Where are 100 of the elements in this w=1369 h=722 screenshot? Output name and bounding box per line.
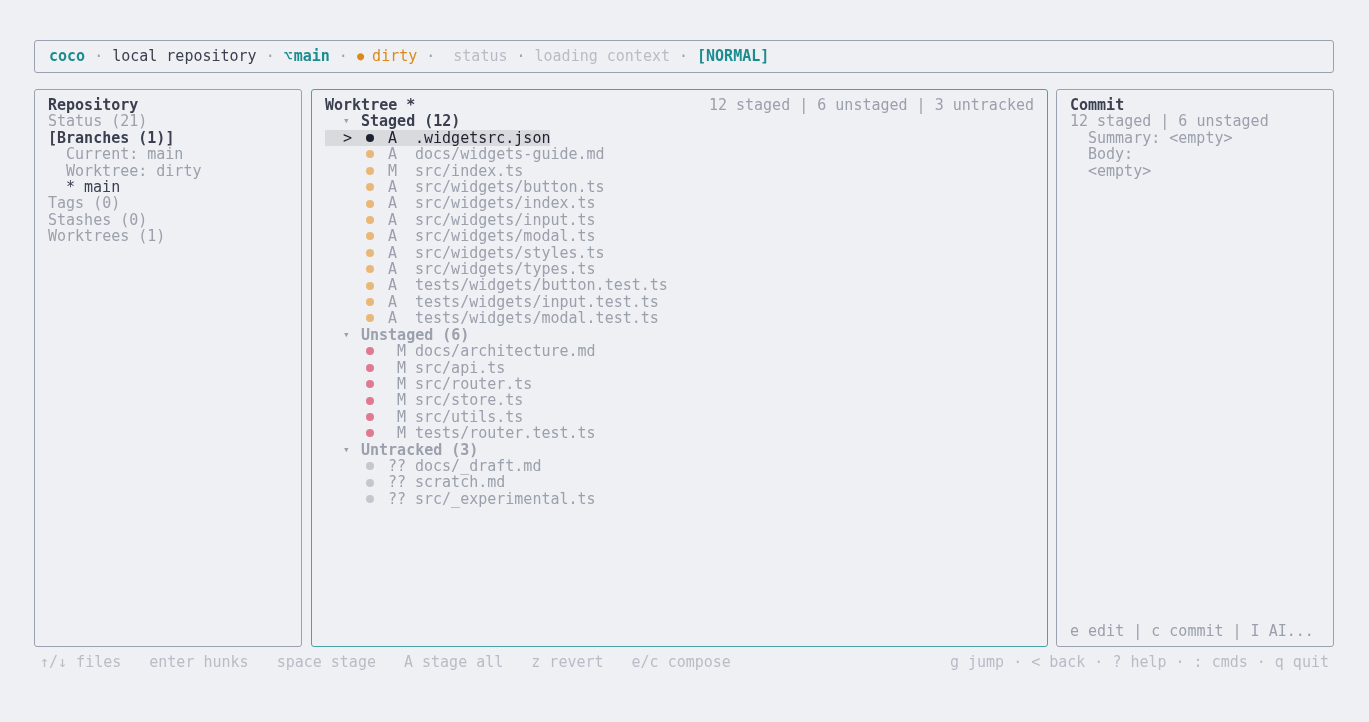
nav-item[interactable]: Status (21)	[48, 113, 288, 130]
status-code: A	[388, 195, 399, 212]
status-code: M	[395, 408, 406, 426]
caret-icon[interactable]: ▾	[343, 326, 361, 344]
status-code: A	[388, 244, 399, 262]
status-code: A	[388, 211, 399, 229]
file-path: src/_experimental.ts	[415, 490, 596, 508]
file-row[interactable]: M tests/router.test.ts	[325, 425, 596, 442]
file-path: docs/architecture.md	[415, 343, 596, 360]
separator-dot: ·	[265, 48, 275, 65]
file-path: src/widgets/index.ts	[415, 195, 596, 212]
branch-icon: ⌥	[283, 48, 293, 65]
status-code: M	[395, 392, 406, 409]
separator-dot: ·	[338, 48, 348, 65]
caret-icon[interactable]: ▾	[343, 441, 361, 458]
header-text: local repository	[112, 48, 257, 65]
file-path: src/widgets/button.ts	[415, 179, 605, 196]
file-row[interactable]: M src/utils.ts	[325, 408, 524, 426]
file-path: src/index.ts	[415, 162, 524, 180]
nav-item[interactable]: [Branches (1)]	[48, 129, 288, 147]
status-code: A	[388, 293, 399, 311]
nav-item[interactable]: Stashes (0)	[48, 211, 288, 229]
caret-icon[interactable]: ▾	[343, 113, 361, 130]
status-code: ??	[388, 457, 406, 475]
file-row[interactable]: M src/router.ts	[325, 375, 533, 393]
file-row[interactable]: A src/widgets/modal.ts	[325, 228, 596, 245]
status-code: A	[388, 261, 399, 278]
separator-dot: ·	[1013, 653, 1023, 671]
cursor-icon: >	[343, 129, 361, 147]
status-code: M	[388, 162, 399, 180]
file-row[interactable]: A src/widgets/input.ts	[325, 211, 596, 229]
file-row[interactable]: M src/index.ts	[325, 162, 524, 180]
file-row[interactable]: A tests/widgets/button.test.ts	[325, 277, 668, 294]
file-path: scratch.md	[415, 474, 506, 491]
file-path: src/api.ts	[415, 359, 506, 376]
status-code: A	[388, 310, 399, 327]
file-path: src/widgets/types.ts	[415, 261, 596, 278]
file-row[interactable]: M src/api.ts	[325, 359, 506, 376]
file-row[interactable]: ?? docs/_draft.md	[325, 457, 542, 475]
file-path: tests/widgets/input.test.ts	[415, 293, 659, 311]
status-code: A	[388, 277, 399, 294]
info-text: Worktree: dirty	[65, 162, 203, 180]
status-dot	[366, 134, 374, 142]
group-header[interactable]: Staged (12)	[361, 113, 461, 130]
file-row[interactable]: A tests/widgets/input.test.ts	[325, 293, 659, 311]
branch-name: main	[293, 48, 330, 65]
file-row[interactable]: ?? src/_experimental.ts	[325, 490, 596, 508]
separator-dot: ·	[1175, 653, 1185, 671]
file-path: docs/_draft.md	[415, 457, 542, 475]
file-row[interactable]: ?? scratch.md	[325, 474, 506, 491]
file-row[interactable]: A src/widgets/styles.ts	[325, 244, 605, 262]
summary-text: 12 staged | 6 unstaged	[1070, 113, 1270, 130]
status-code: M	[396, 343, 406, 360]
group-header[interactable]: Unstaged (6)	[361, 326, 470, 344]
mode-indicator: [NORMAL]	[697, 48, 770, 65]
file-path: tests/widgets/modal.test.ts	[415, 310, 659, 327]
file-row[interactable]: A src/widgets/index.ts	[325, 195, 596, 212]
separator-dot: ·	[1256, 653, 1266, 671]
panel-title: Repository	[48, 97, 139, 114]
separator-dot: ·	[426, 48, 436, 65]
status-code: M	[395, 425, 406, 442]
file-path: tests/router.test.ts	[415, 425, 596, 442]
file-path: src/widgets/input.ts	[415, 211, 596, 229]
file-row[interactable]: A docs/widgets-guide.md	[325, 146, 605, 163]
app-name: coco	[49, 48, 86, 65]
file-path: src/store.ts	[415, 392, 524, 409]
branch-item[interactable]: * main	[48, 179, 288, 196]
panel-title: Worktree *	[325, 97, 416, 114]
status-code: ??	[388, 490, 406, 508]
file-row[interactable]: > A .widgetsrc.json	[325, 129, 551, 147]
separator-dot: ·	[679, 48, 688, 65]
file-path: src/utils.ts	[415, 408, 524, 426]
panel-title: Commit	[1070, 97, 1126, 114]
file-row[interactable]: A tests/widgets/modal.test.ts	[325, 310, 659, 327]
file-path: src/router.ts	[415, 375, 533, 393]
status-code: A	[388, 146, 399, 163]
nav-item[interactable]: Worktrees (1)	[48, 228, 288, 245]
status-code: A	[388, 179, 399, 196]
separator-dot: ·	[94, 48, 104, 65]
status-code: M	[395, 375, 406, 393]
hint-text: e edit | c commit | I AI...	[1070, 622, 1315, 639]
status-code: M	[395, 359, 406, 376]
group-header[interactable]: Untracked (3)	[361, 441, 479, 458]
info-text: Current: main	[66, 146, 185, 163]
file-row[interactable]: M src/store.ts	[325, 392, 524, 409]
file-row[interactable]: M docs/architecture.md	[325, 343, 596, 360]
field-text: Body:	[1087, 146, 1134, 163]
file-path: src/widgets/modal.ts	[415, 228, 596, 245]
status-dot-icon: ●	[356, 48, 365, 65]
separator-dot: ·	[1094, 653, 1104, 671]
nav-item[interactable]: Tags (0)	[48, 195, 288, 212]
file-row[interactable]: A src/widgets/button.ts	[325, 179, 605, 196]
status-label: dirty	[372, 48, 418, 65]
separator-dot: ·	[516, 48, 526, 65]
file-path: tests/widgets/button.test.ts	[415, 277, 668, 294]
status-code: A	[388, 228, 399, 245]
summary-text: 12 staged | 6 unstaged | 3 untracked	[708, 97, 1034, 114]
file-row[interactable]: A src/widgets/types.ts	[325, 261, 596, 278]
file-path: src/widgets/styles.ts	[415, 244, 605, 262]
file-path: .widgetsrc.json	[415, 129, 551, 147]
